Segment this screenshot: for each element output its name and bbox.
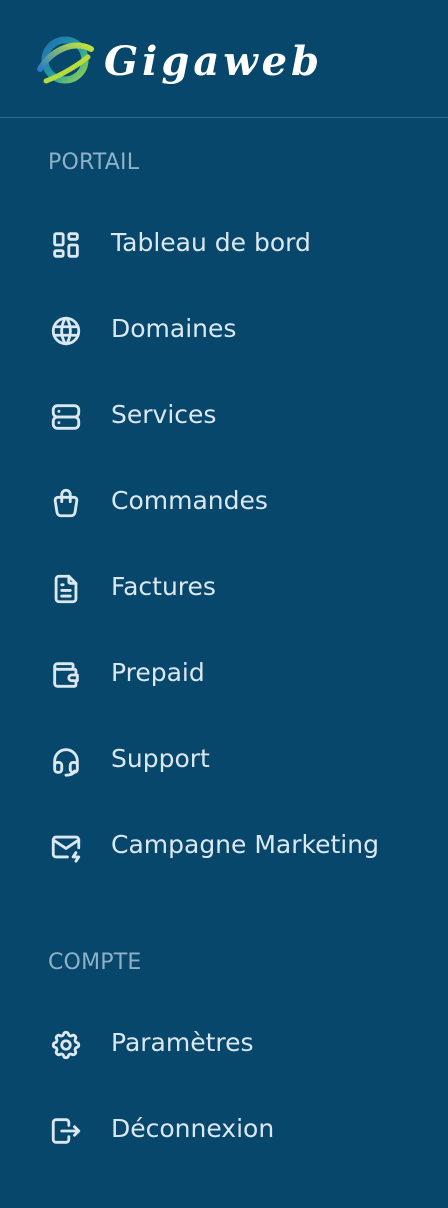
nav-label: Factures: [111, 572, 216, 601]
nav-label: Support: [111, 744, 210, 773]
nav-label: Domaines: [111, 314, 237, 343]
nav-label: Campagne Marketing: [111, 830, 379, 859]
wallet-icon: [49, 658, 83, 692]
section-label-compte: COMPTE: [48, 950, 142, 975]
server-icon: [49, 400, 83, 434]
nav-item-prepaid[interactable]: Prepaid: [0, 644, 448, 704]
mail-bolt-icon: [49, 830, 83, 864]
nav-item-services[interactable]: Services: [0, 386, 448, 446]
nav-label: Tableau de bord: [111, 228, 311, 257]
nav-label: Commandes: [111, 486, 268, 515]
nav-item-deconnexion[interactable]: Déconnexion: [0, 1100, 448, 1160]
section-label-portail: PORTAIL: [48, 150, 140, 175]
gear-icon: [49, 1028, 83, 1062]
nav-item-tableau-de-bord[interactable]: Tableau de bord: [0, 214, 448, 274]
globe-icon: [49, 314, 83, 348]
logo-icon: [37, 36, 94, 84]
sidebar: Gigaweb PORTAIL Tableau de bord Domaines: [0, 0, 448, 1208]
nav-item-domaines[interactable]: Domaines: [0, 300, 448, 360]
brand-name: Gigaweb: [104, 38, 324, 85]
nav-item-factures[interactable]: Factures: [0, 558, 448, 618]
nav-item-commandes[interactable]: Commandes: [0, 472, 448, 532]
nav-label: Déconnexion: [111, 1114, 275, 1143]
dashboard-icon: [49, 228, 83, 262]
nav-label: Services: [111, 400, 217, 429]
shopping-bag-icon: [49, 486, 83, 520]
nav-item-parametres[interactable]: Paramètres: [0, 1014, 448, 1074]
nav-label: Prepaid: [111, 658, 205, 687]
nav-label: Paramètres: [111, 1028, 254, 1057]
nav-item-campagne-marketing[interactable]: Campagne Marketing: [0, 816, 448, 876]
logout-icon: [49, 1114, 83, 1148]
nav-item-support[interactable]: Support: [0, 730, 448, 790]
brand-header[interactable]: Gigaweb: [0, 0, 448, 118]
headset-icon: [49, 744, 83, 778]
invoice-icon: [49, 572, 83, 606]
